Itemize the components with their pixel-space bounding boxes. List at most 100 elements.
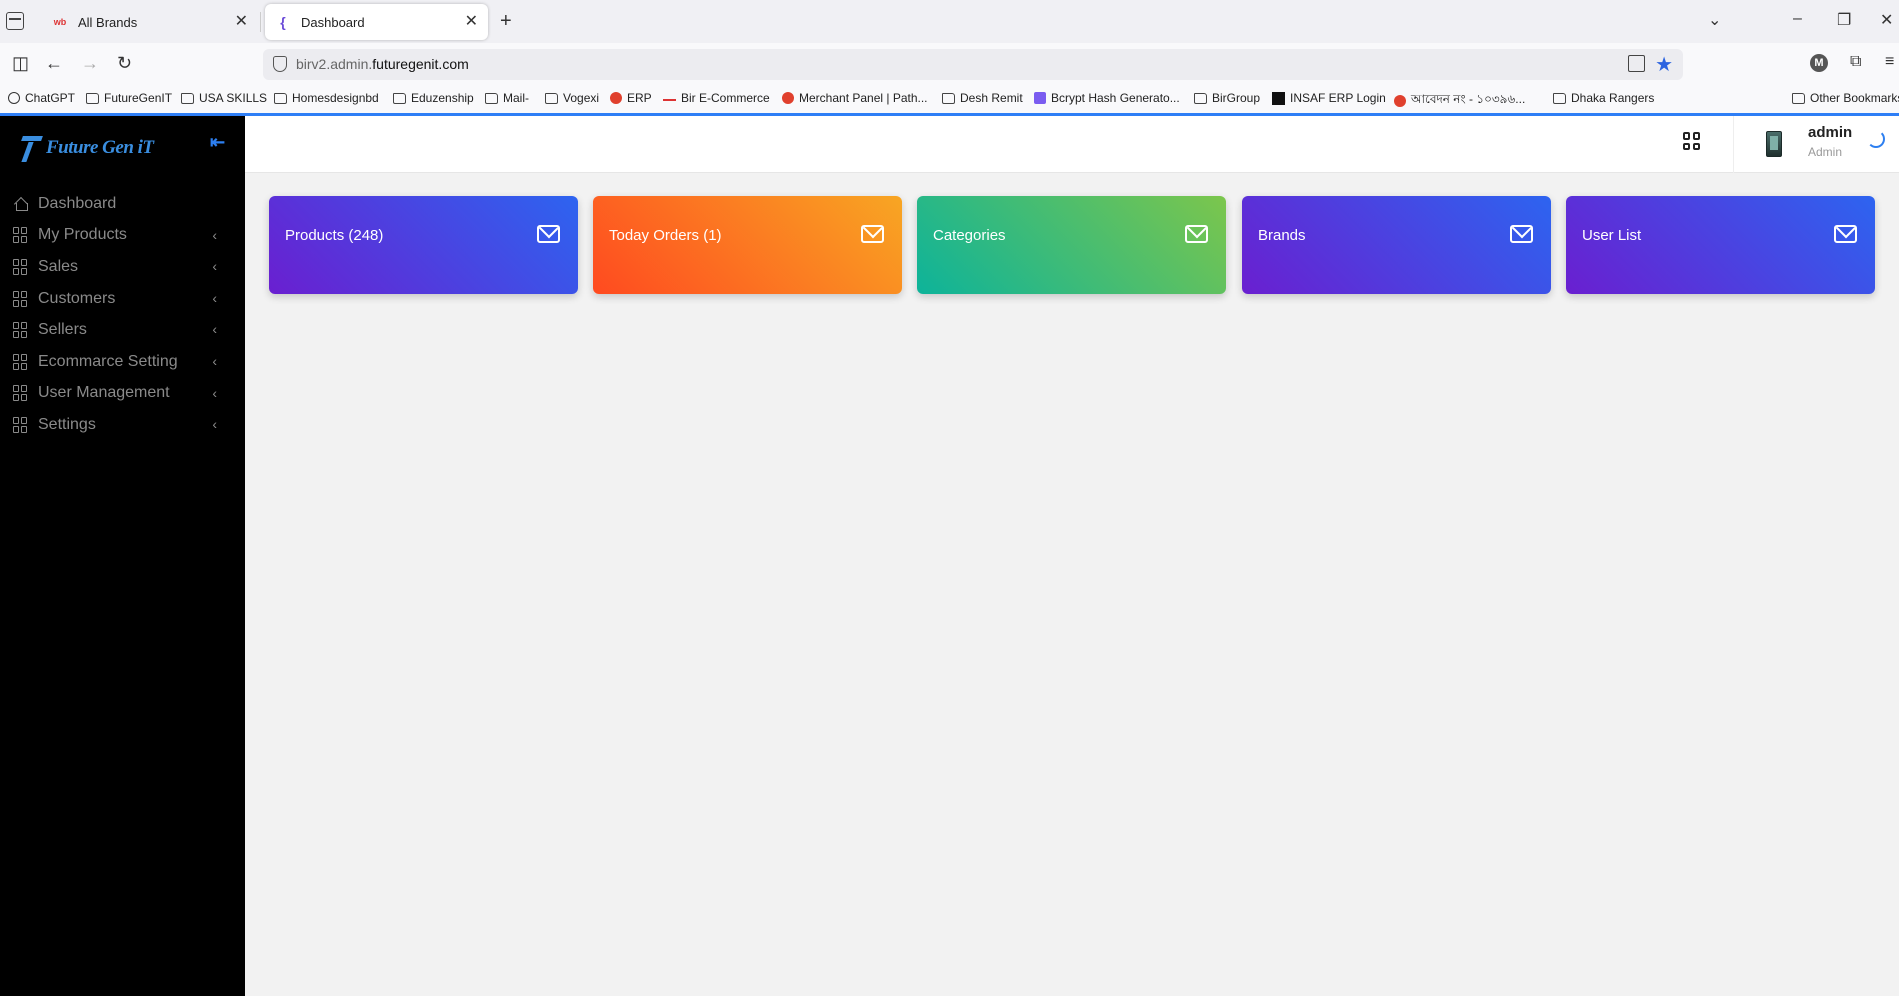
address-bar[interactable]: birv2.admin.futuregenit.com ★ <box>263 49 1683 80</box>
chevron-left-icon: ‹ <box>212 258 217 275</box>
sidebar-item-label: Customers <box>38 289 116 307</box>
collapse-sidebar-icon[interactable]: ⇤ <box>210 132 225 153</box>
app-menu-icon[interactable]: ≡ <box>1885 53 1894 71</box>
gov-icon <box>1394 95 1406 107</box>
tab-overflow-chevron-icon[interactable]: ⌄ <box>1708 10 1721 30</box>
folder-icon <box>1792 92 1805 104</box>
grid-icon <box>13 322 29 339</box>
header-divider <box>1733 116 1734 173</box>
brand-logo[interactable]: Future Gen iT <box>22 134 154 162</box>
sidebar-item-label: User Management <box>38 384 170 402</box>
card-categories[interactable]: Categories <box>917 196 1226 294</box>
back-arrow-icon[interactable]: ← <box>45 53 63 73</box>
sidebar-item-sellers[interactable]: Sellers ‹ <box>0 314 245 346</box>
new-tab-plus-icon[interactable]: + <box>500 10 512 33</box>
folder-icon <box>274 92 287 104</box>
sidebar-item-my-products[interactable]: My Products ‹ <box>0 220 245 252</box>
grid-icon <box>13 353 29 370</box>
forward-arrow-icon[interactable]: → <box>81 53 99 73</box>
folder-icon <box>485 92 498 104</box>
apps-grid-icon[interactable] <box>1683 132 1701 150</box>
minimize-icon[interactable]: – <box>1793 10 1802 28</box>
sidebar-item-settings[interactable]: Settings ‹ <box>0 409 245 441</box>
sidebar-item-label: Settings <box>38 415 96 433</box>
extensions-puzzle-icon[interactable]: ⧉ <box>1850 53 1861 71</box>
profile-avatar-icon[interactable]: M <box>1810 54 1828 72</box>
bookmark-item[interactable]: Eduzenship <box>393 91 474 105</box>
tab-title: All Brands <box>78 14 138 30</box>
pathao-icon <box>782 92 794 104</box>
folder-icon <box>942 92 955 104</box>
bookmark-item[interactable]: ERP <box>610 91 652 105</box>
bookmark-item[interactable]: Homesdesignbd <box>274 91 379 105</box>
mail-icon <box>1834 225 1857 243</box>
browser-tab-bar: wb All Brands ✕ { Dashboard ✕ + ⌄ – ❐ ✕ <box>0 0 1899 43</box>
card-user-list[interactable]: User List <box>1566 196 1875 294</box>
folder-icon <box>1553 92 1566 104</box>
tab-dashboard[interactable]: { Dashboard ✕ <box>265 4 488 40</box>
folder-icon <box>393 92 406 104</box>
bookmark-item[interactable]: Dhaka Rangers <box>1553 91 1654 105</box>
chevron-left-icon: ‹ <box>212 321 217 338</box>
bookmark-item[interactable]: আবেদন নং - ১০৩৯৬... <box>1394 91 1525 111</box>
close-tab-icon[interactable]: ✕ <box>465 13 478 31</box>
sidebar-item-label: Dashboard <box>38 194 117 212</box>
chevron-left-icon: ‹ <box>212 226 217 243</box>
chevron-left-icon: ‹ <box>212 289 217 306</box>
sidebar-item-label: Sales <box>38 257 79 275</box>
tab-all-brands[interactable]: wb All Brands ✕ <box>40 4 258 40</box>
erp-icon <box>610 92 622 104</box>
curly-brace-icon: { <box>280 14 286 30</box>
sidebar-item-user-management[interactable]: User Management ‹ <box>0 378 245 410</box>
bookmark-item[interactable]: Merchant Panel | Path... <box>782 91 928 105</box>
card-title: Products (248) <box>285 227 384 244</box>
bookmark-item[interactable]: USA SKILLS <box>181 91 267 105</box>
folder-icon <box>181 92 194 104</box>
folder-icon <box>86 92 99 104</box>
restore-icon[interactable]: ❐ <box>1837 10 1851 30</box>
bookmark-item[interactable]: Mail- <box>485 91 529 105</box>
grid-icon <box>13 227 29 244</box>
card-title: Today Orders (1) <box>609 227 722 244</box>
sidebar-toggle-icon[interactable]: ◫ <box>12 53 29 73</box>
mail-icon <box>537 225 560 243</box>
bookmarks-bar: ChatGPT FutureGenIT USA SKILLS Homesdesi… <box>0 85 1899 113</box>
bookmark-item[interactable]: INSAF ERP Login <box>1272 91 1386 105</box>
reload-icon[interactable]: ↻ <box>117 53 132 73</box>
card-title: Brands <box>1258 227 1306 244</box>
shield-icon[interactable] <box>273 56 287 72</box>
bookmark-item[interactable]: Other Bookmarks <box>1792 91 1899 105</box>
tab-list-icon[interactable] <box>6 12 24 30</box>
grid-icon <box>13 385 29 402</box>
bir-icon <box>663 95 676 101</box>
sidebar-menu: Dashboard My Products ‹ Sales ‹ Customer… <box>0 188 245 441</box>
card-today-orders[interactable]: Today Orders (1) <box>593 196 902 294</box>
app-sidebar: Future Gen iT ⇤ Dashboard My Products ‹ … <box>0 116 245 996</box>
save-to-device-icon[interactable] <box>1628 55 1645 72</box>
bookmark-item[interactable]: Bir E-Commerce <box>663 91 770 105</box>
card-brands[interactable]: Brands <box>1242 196 1551 294</box>
bookmark-item[interactable]: Desh Remit <box>942 91 1023 105</box>
chevron-left-icon: ‹ <box>212 352 217 369</box>
sidebar-item-customers[interactable]: Customers ‹ <box>0 283 245 315</box>
avatar[interactable] <box>1766 131 1782 157</box>
sidebar-item-dashboard[interactable]: Dashboard <box>0 188 245 220</box>
bookmark-item[interactable]: BirGroup <box>1194 91 1260 105</box>
user-role: Admin <box>1808 145 1843 159</box>
sidebar-item-label: Ecommarce Setting <box>38 352 178 370</box>
url-text[interactable]: birv2.admin.futuregenit.com <box>296 56 469 72</box>
bookmark-item[interactable]: ChatGPT <box>8 91 75 105</box>
card-products[interactable]: Products (248) <box>269 196 578 294</box>
bookmark-item[interactable]: Vogexi <box>545 91 599 105</box>
window-close-icon[interactable]: ✕ <box>1880 10 1893 30</box>
bookmark-item[interactable]: FutureGenIT <box>86 91 172 105</box>
bookmark-star-icon[interactable]: ★ <box>1655 52 1673 77</box>
card-title: Categories <box>933 227 1006 244</box>
sidebar-item-sales[interactable]: Sales ‹ <box>0 251 245 283</box>
grid-icon <box>13 290 29 307</box>
close-tab-icon[interactable]: ✕ <box>235 13 248 31</box>
sidebar-item-ecommarce-setting[interactable]: Ecommarce Setting ‹ <box>0 346 245 378</box>
bookmark-item[interactable]: Bcrypt Hash Generato... <box>1034 91 1180 105</box>
user-name[interactable]: admin <box>1808 124 1852 141</box>
grid-icon <box>13 258 29 275</box>
